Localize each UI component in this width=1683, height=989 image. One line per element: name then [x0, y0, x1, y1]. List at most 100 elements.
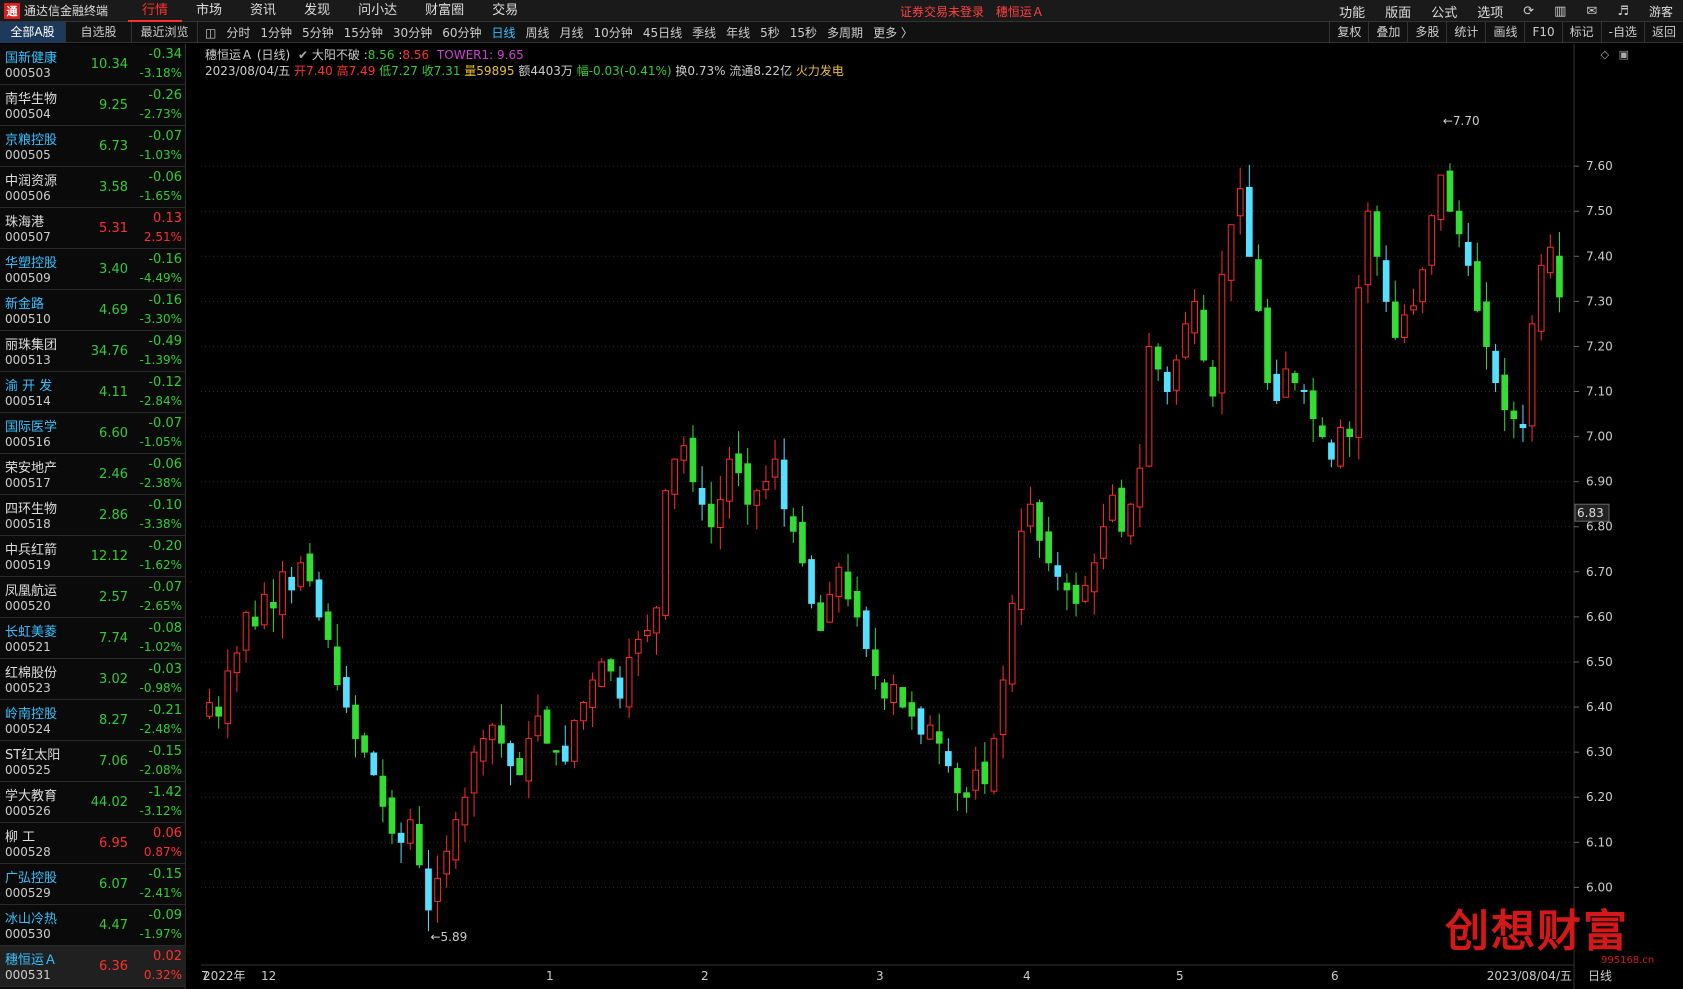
candle-body — [972, 769, 980, 791]
stock-row[interactable]: 国际医学 000516 6.60 -0.07 -1.05% — [0, 413, 186, 454]
period-item[interactable]: 季线 — [687, 24, 721, 41]
stock-change-pct: 0.32% — [143, 968, 182, 982]
stock-row[interactable]: 华塑控股 000509 3.40 -0.16 -4.49% — [0, 249, 186, 290]
stock-row[interactable]: 岭南控股 000524 8.27 -0.21 -2.48% — [0, 700, 186, 741]
menu-item[interactable]: 问小达 — [344, 0, 411, 22]
stock-name: 柳 工 — [5, 830, 36, 845]
candle-body — [771, 458, 779, 478]
candle-body — [707, 503, 715, 528]
stock-row[interactable]: 长虹美菱 000521 7.74 -0.08 -1.02% — [0, 618, 186, 659]
period-item[interactable]: 日线 — [486, 24, 520, 41]
stock-row[interactable]: 丽珠集团 000513 34.76 -0.49 -1.39% — [0, 331, 186, 372]
period-item[interactable]: 30分钟 — [388, 24, 437, 41]
tab-all-a-shares[interactable]: 全部A股 — [0, 22, 66, 43]
menu-function[interactable]: 功能 — [1329, 2, 1375, 21]
mail-icon[interactable]: ✉ — [1576, 4, 1607, 19]
calculator-icon[interactable]: ▥ — [1544, 4, 1576, 19]
stock-row[interactable]: 荣安地产 000517 2.46 -0.06 -2.38% — [0, 454, 186, 495]
menu-item[interactable]: 市场 — [182, 0, 236, 22]
stock-row[interactable]: 学大教育 000526 44.02 -1.42 -3.12% — [0, 782, 186, 823]
period-item[interactable]: 15秒 — [785, 24, 822, 41]
menu-formula[interactable]: 公式 — [1421, 2, 1467, 21]
x-unit-label: 日线 — [1588, 969, 1612, 983]
tab-watchlist[interactable]: 自选股 — [66, 22, 132, 43]
candle-body — [1127, 503, 1135, 537]
period-item[interactable]: 10分钟 — [589, 24, 638, 41]
login-status[interactable]: 证券交易未登录 穗恒运Ａ — [900, 3, 1044, 20]
period-item[interactable]: 60分钟 — [437, 24, 486, 41]
y-tick-label: 7.00 — [1586, 430, 1613, 444]
menu-layout[interactable]: 版面 — [1375, 2, 1421, 21]
stock-row[interactable]: ST红太阳 000525 7.06 -0.15 -2.08% — [0, 741, 186, 782]
refresh-icon[interactable]: ⟳ — [1513, 4, 1544, 19]
period-item[interactable]: 5秒 — [755, 24, 785, 41]
candle-body — [379, 775, 387, 807]
stock-row[interactable]: 冰山冷热 000530 4.47 -0.09 -1.97% — [0, 905, 186, 946]
sound-icon[interactable]: ♬ — [1607, 4, 1639, 19]
menu-item[interactable]: 行情 — [128, 0, 183, 22]
chart-tool-button[interactable]: 多股 — [1407, 22, 1446, 43]
candle-body — [525, 738, 533, 782]
candle-body — [835, 566, 843, 597]
chart-tool-button[interactable]: F10 — [1524, 22, 1561, 43]
kline-chart-area[interactable]: 7.60 7.50 7.40 7.30 7.20 7.10 7.00 6.90 6.80 6.70… — [201, 44, 1635, 989]
tab-recent[interactable]: 最近浏览 — [132, 22, 198, 43]
candle-body — [580, 702, 587, 722]
candle-body — [443, 850, 451, 875]
menu-item[interactable]: 发现 — [290, 0, 344, 22]
period-item[interactable]: 5分钟 — [297, 24, 339, 41]
menu-options[interactable]: 选项 — [1467, 2, 1513, 21]
stock-price: 12.12 — [90, 549, 128, 564]
chart-tool-button[interactable]: 返回 — [1643, 22, 1683, 43]
chart-tool-button[interactable]: 统计 — [1446, 22, 1485, 43]
stock-row[interactable]: 红棉股份 000523 3.02 -0.03 -0.98% — [0, 659, 186, 700]
menu-item[interactable]: 资讯 — [236, 0, 290, 22]
x-axis-label: 2022年 — [203, 969, 246, 983]
candle-body — [1154, 346, 1162, 370]
diamond-icon[interactable]: ◇ — [1601, 48, 1609, 61]
concept-tag[interactable]: 火力发电 — [796, 64, 844, 78]
stock-name: 穗恒运Ａ — [5, 953, 58, 968]
stock-row[interactable]: 国新健康 000503 10.34 -0.34 -3.18% — [0, 44, 186, 85]
chart-tool-button[interactable]: 复权 — [1329, 22, 1368, 43]
period-item[interactable]: 周线 — [521, 24, 555, 41]
stock-row[interactable]: 柳 工 000528 6.95 0.06 0.87% — [0, 823, 186, 864]
maximize-icon[interactable]: ▣ — [1619, 48, 1629, 61]
period-item[interactable]: 年线 — [721, 24, 755, 41]
chart-tool-button[interactable]: 画线 — [1485, 22, 1524, 43]
period-item[interactable]: 分时 — [221, 24, 255, 41]
candle-body — [1209, 366, 1217, 397]
period-item[interactable]: 多周期 — [822, 24, 868, 41]
stock-row[interactable]: 渝 开 发 000514 4.11 -0.12 -2.84% — [0, 372, 186, 413]
candle-body — [598, 661, 606, 688]
stock-row[interactable]: 四环生物 000518 2.86 -0.10 -3.38% — [0, 495, 186, 536]
panel-toggle-icon[interactable]: ◫ — [200, 26, 221, 40]
stock-row[interactable]: 穗恒运Ａ 000531 6.36 0.02 0.32% — [0, 946, 186, 987]
candle-body — [589, 679, 596, 708]
stock-row[interactable]: 珠海港 000507 5.31 0.13 2.51% — [0, 208, 186, 249]
stock-row[interactable]: 广弘控股 000529 6.07 -0.15 -2.41% — [0, 864, 186, 905]
menu-item[interactable]: 财富圈 — [411, 0, 478, 22]
period-item[interactable]: 1分钟 — [255, 24, 297, 41]
kline-chart[interactable]: 7.60 7.50 7.40 7.30 7.20 7.10 7.00 6.90 6.80 6.70… — [201, 44, 1635, 989]
candle-body — [306, 553, 314, 582]
chart-tool-button[interactable]: -自选 — [1600, 22, 1644, 43]
stock-row[interactable]: 新金路 000510 4.69 -0.16 -3.30% — [0, 290, 186, 331]
guest-label[interactable]: 游客 — [1639, 3, 1683, 20]
stock-row[interactable]: 中润资源 000506 3.58 -0.06 -1.65% — [0, 167, 186, 208]
chart-tool-button[interactable]: 标记 — [1561, 22, 1601, 43]
menu-item[interactable]: 交易 — [478, 0, 532, 22]
period-item[interactable]: 更多 〉 — [868, 24, 918, 41]
stock-row[interactable]: 中兵红箭 000519 12.12 -0.20 -1.62% — [0, 536, 186, 577]
chart-tool-button[interactable]: 叠加 — [1368, 22, 1407, 43]
stock-row[interactable]: 京粮控股 000505 6.73 -0.07 -1.03% — [0, 126, 186, 167]
indicator-check-icon[interactable]: ✔ — [298, 48, 308, 62]
stock-price: 4.69 — [99, 303, 128, 318]
stock-row[interactable]: 凤凰航运 000520 2.57 -0.07 -2.65% — [0, 577, 186, 618]
period-item[interactable]: 15分钟 — [339, 24, 388, 41]
candle-body — [1419, 269, 1426, 303]
period-item[interactable]: 月线 — [555, 24, 589, 41]
candle-body — [1218, 273, 1226, 394]
period-item[interactable]: 45日线 — [638, 24, 687, 41]
stock-row[interactable]: 南华生物 000504 9.25 -0.26 -2.73% — [0, 85, 186, 126]
